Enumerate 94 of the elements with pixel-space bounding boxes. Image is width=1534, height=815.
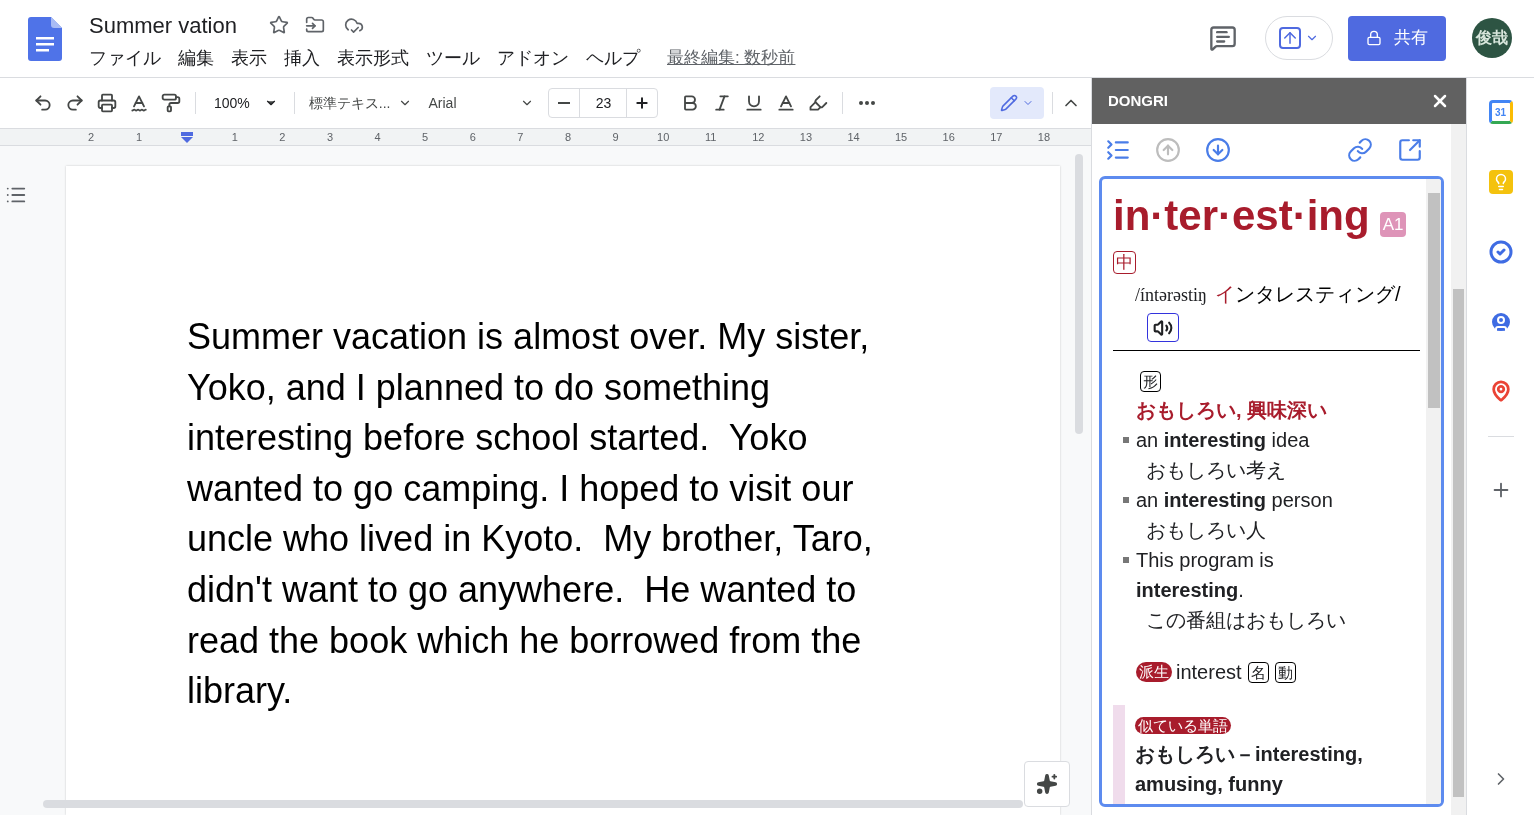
ruler-number: 9 xyxy=(611,129,620,145)
pronunciation: /íntərəstiŋ xyxy=(1135,285,1207,305)
menu-item[interactable]: 編集 xyxy=(178,44,214,72)
menu-item[interactable]: ツール xyxy=(426,44,480,72)
ruler-number: 5 xyxy=(421,129,430,145)
part-of-speech-badge: 名 xyxy=(1247,661,1269,683)
zoom-dropdown[interactable]: 100% xyxy=(204,92,288,114)
ruler-number: 6 xyxy=(468,129,477,145)
redo-icon xyxy=(65,93,85,113)
ruler-number: 16 xyxy=(941,129,956,145)
menu-item[interactable]: ヘルプ xyxy=(586,44,640,72)
bullet-icon xyxy=(1123,437,1129,444)
ruler-number: 3 xyxy=(325,129,335,145)
ruler-number: 4 xyxy=(373,129,382,145)
docs-logo-icon[interactable] xyxy=(28,17,62,61)
comment-icon[interactable] xyxy=(1209,24,1237,52)
menu-item[interactable]: 表示 xyxy=(231,44,267,72)
print-icon xyxy=(97,93,117,113)
example-translation: おもしろい人 xyxy=(1145,518,1267,544)
ruler-number: 15 xyxy=(894,129,909,145)
card-scrollbar[interactable] xyxy=(1426,179,1441,804)
spellcheck-icon xyxy=(129,93,149,113)
example-translation: おもしろい考え xyxy=(1145,458,1287,484)
ruler-number: 14 xyxy=(846,129,861,145)
external-link-icon[interactable] xyxy=(1397,137,1423,163)
menu-item[interactable]: ファイル xyxy=(89,44,161,72)
style-dropdown[interactable]: 標準テキス... xyxy=(300,92,421,114)
last-edit-link[interactable]: 最終編集: 数秒前 xyxy=(667,45,796,71)
speaker-icon xyxy=(1153,317,1173,338)
meaning: おもしろい, 興味深い xyxy=(1135,398,1329,424)
panel-title: DONGRI xyxy=(1108,90,1168,111)
panel-scrollbar[interactable] xyxy=(1451,124,1466,815)
menu-item[interactable]: アドオン xyxy=(497,44,569,72)
katakana-reading: ンタレスティング/ xyxy=(1234,283,1401,305)
ruler-number: 2 xyxy=(278,129,287,145)
horizontal-scrollbar[interactable] xyxy=(43,800,1023,808)
undo-icon xyxy=(33,93,53,113)
outline-icon[interactable] xyxy=(1105,137,1131,163)
text-color-icon xyxy=(776,93,797,113)
indent-marker-icon[interactable] xyxy=(180,132,194,144)
explore-button[interactable] xyxy=(1024,761,1070,807)
ruler-number: 2 xyxy=(86,129,96,145)
avatar[interactable]: 俊哉 xyxy=(1472,18,1512,58)
derived-badge: 派生 xyxy=(1136,662,1172,683)
move-folder-icon[interactable] xyxy=(304,15,325,35)
derived-word: interest xyxy=(1176,660,1242,686)
ruler-number: 7 xyxy=(516,129,525,145)
example-sentence: an interesting idea xyxy=(1136,428,1311,454)
sparkle-icon xyxy=(1036,773,1058,795)
katakana-reading: イ xyxy=(1214,283,1235,305)
grade-badge: 中 xyxy=(1113,251,1136,274)
ruler-number: 17 xyxy=(989,129,1004,145)
similar-words-badge: 似ている単語 xyxy=(1135,717,1231,735)
headword: in·ter·est·ing xyxy=(1113,193,1370,239)
example-translation: この番組はおもしろい xyxy=(1145,608,1347,634)
tasks-icon[interactable] xyxy=(1488,240,1513,264)
document-paragraph[interactable]: Summer vacation is almost over. My sister, Yoko, and I planned to do something interesting before school started. Yoko wanted to go camping. I hoped to visit our uncle who lived in Kyoto. My brother, Taro, didn't want to go anywhere. He wanted to read the book which he borrowed from the library. xyxy=(187,312,927,717)
similar-words: おもしろい－interesting, amusing, funny xyxy=(1135,742,1364,798)
highlighter-icon xyxy=(808,93,829,113)
paint-roller-icon xyxy=(161,93,181,113)
underline-icon xyxy=(744,93,765,113)
ruler-number: 12 xyxy=(751,129,766,145)
lock-icon xyxy=(1366,30,1382,46)
font-dropdown[interactable]: Arial xyxy=(420,92,543,114)
bullet-icon xyxy=(1123,497,1129,504)
part-of-speech-badge: 動 xyxy=(1274,661,1296,683)
part-of-speech-badge: 形 xyxy=(1140,371,1161,393)
ruler-number: 8 xyxy=(563,129,572,145)
document-title[interactable]: Summer vation xyxy=(89,8,237,42)
ruler-number: 11 xyxy=(704,129,718,145)
minus-icon xyxy=(558,102,571,104)
calendar-icon[interactable]: 31 xyxy=(1488,100,1513,124)
scrollbar[interactable] xyxy=(1075,154,1083,434)
example-sentence: This program is interesting. xyxy=(1136,548,1275,604)
level-badge: A1 xyxy=(1379,211,1407,237)
menu-item[interactable]: 挿入 xyxy=(284,44,320,72)
ruler-number: 1 xyxy=(134,129,144,145)
audio-button[interactable] xyxy=(1147,313,1179,343)
share-button[interactable]: 共有 xyxy=(1348,15,1446,61)
more-icon xyxy=(859,101,876,105)
edit-mode-button[interactable] xyxy=(990,87,1044,119)
ruler-number: 18 xyxy=(1036,129,1051,145)
map-pin-icon[interactable] xyxy=(1489,380,1512,402)
link-icon[interactable] xyxy=(1347,137,1373,163)
star-icon[interactable] xyxy=(268,15,289,35)
ruler-number: 13 xyxy=(798,129,814,145)
ruler-number: 10 xyxy=(656,129,671,145)
ruler-number: 1 xyxy=(230,129,239,145)
pencil-icon xyxy=(1000,94,1018,112)
bullet-icon xyxy=(1123,557,1129,564)
menu-item[interactable]: 表示形式 xyxy=(337,44,409,72)
upload-icon xyxy=(1279,27,1301,49)
cloud-check-icon[interactable] xyxy=(343,15,364,35)
example-sentence: an interesting person xyxy=(1136,488,1334,514)
